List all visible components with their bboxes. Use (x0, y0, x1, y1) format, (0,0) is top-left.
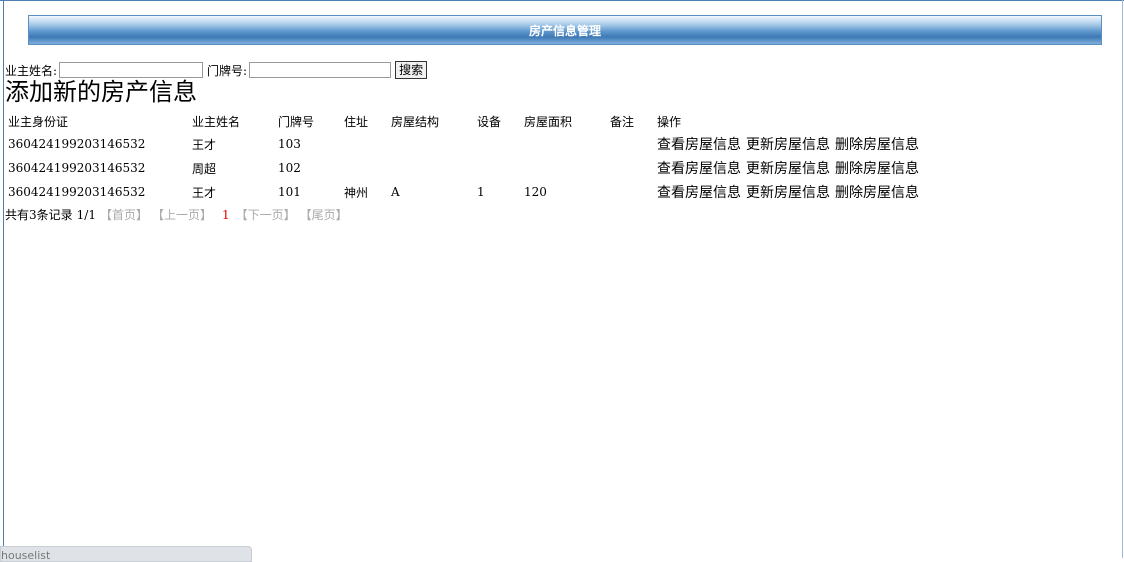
cell-door-number: 101 (278, 185, 301, 199)
cell-equipment: 1 (477, 185, 485, 199)
prev-page-link: 【上一页】 (151, 208, 212, 222)
cell-area: 120 (524, 185, 547, 199)
table-row: 360424199203146532 王才 103 查看房屋信息 更新房屋信息 删除… (5, 132, 924, 156)
header-equipment: 设备 (477, 114, 502, 129)
next-page-link: 【下一页】 (235, 208, 296, 222)
cell-address (341, 156, 388, 180)
door-number-label: 门牌号: (207, 63, 248, 78)
update-house-link[interactable]: 更新房屋信息 (746, 185, 830, 201)
cell-owner-name: 王才 (192, 185, 217, 200)
frame-left-border (3, 0, 4, 558)
add-house-link[interactable]: 添加新的房产信息 (5, 77, 197, 107)
browser-status-tab: houselist (0, 546, 252, 562)
header-area: 房屋面积 (524, 114, 573, 129)
update-house-link[interactable]: 更新房屋信息 (746, 137, 830, 153)
header-owner-name: 业主姓名 (192, 114, 241, 129)
header-actions: 操作 (657, 114, 682, 129)
house-table: 业主身份证 业主姓名 门牌号 住址 房屋结构 设备 房屋面积 备注 操作 360… (5, 110, 924, 204)
current-page-number: 1 (221, 207, 230, 222)
cell-door-number: 102 (278, 161, 301, 175)
cell-structure (388, 156, 474, 180)
search-button[interactable]: 搜索 (395, 61, 428, 79)
delete-house-link[interactable]: 删除房屋信息 (835, 185, 919, 201)
cell-actions: 查看房屋信息 更新房屋信息 删除房屋信息 (654, 180, 924, 204)
delete-house-link[interactable]: 删除房屋信息 (835, 161, 919, 177)
view-house-link[interactable]: 查看房屋信息 (657, 161, 741, 177)
cell-id-card: 360424199203146532 (8, 185, 146, 199)
delete-house-link[interactable]: 删除房屋信息 (835, 137, 919, 153)
page-indicator: 1/1 (76, 207, 96, 222)
table-row: 360424199203146532 周超 102 查看房屋信息 更新房屋信息 删除… (5, 156, 924, 180)
status-tab-label: houselist (1, 549, 51, 562)
cell-structure: A (391, 185, 400, 199)
view-house-link[interactable]: 查看房屋信息 (657, 185, 741, 201)
cell-equipment (474, 132, 521, 156)
cell-id-card: 360424199203146532 (8, 137, 146, 151)
header-structure: 房屋结构 (391, 114, 440, 129)
cell-actions: 查看房屋信息 更新房屋信息 删除房屋信息 (654, 156, 924, 180)
cell-id-card: 360424199203146532 (8, 161, 146, 175)
cell-note (607, 132, 654, 156)
header-note: 备注 (610, 114, 635, 129)
view-house-link[interactable]: 查看房屋信息 (657, 137, 741, 153)
page-title: 房产信息管理 (528, 23, 601, 38)
pagination: 共有3条记录 1/1 【首页】 【上一页】 1 【下一页】 【尾页】 (5, 206, 352, 223)
table-header-row: 业主身份证 业主姓名 门牌号 住址 房屋结构 设备 房屋面积 备注 操作 (5, 110, 924, 132)
frame-right-border (1122, 0, 1123, 558)
cell-note (607, 180, 654, 204)
frame-top-border (0, 0, 1124, 1)
cell-door-number: 103 (278, 137, 301, 151)
cell-area (521, 156, 607, 180)
cell-address (341, 132, 388, 156)
total-records: 共有3条记录 (5, 208, 73, 222)
cell-owner-name: 周超 (192, 161, 217, 176)
cell-owner-name: 王才 (192, 137, 217, 152)
cell-equipment (474, 156, 521, 180)
last-page-link: 【尾页】 (299, 208, 348, 222)
cell-structure (388, 132, 474, 156)
first-page-link: 【首页】 (99, 208, 148, 222)
owner-name-input[interactable] (59, 62, 204, 78)
update-house-link[interactable]: 更新房屋信息 (746, 161, 830, 177)
header-door-number: 门牌号 (278, 114, 315, 129)
cell-note (607, 156, 654, 180)
cell-area (521, 132, 607, 156)
header-address: 住址 (344, 114, 369, 129)
page-title-bar: 房产信息管理 (28, 15, 1102, 45)
cell-address: 神州 (344, 185, 369, 200)
owner-name-label: 业主姓名: (5, 63, 58, 78)
table-row: 360424199203146532 王才 101 神州 A 1 120 查看房… (5, 180, 924, 204)
cell-actions: 查看房屋信息 更新房屋信息 删除房屋信息 (654, 132, 924, 156)
door-number-input[interactable] (249, 62, 392, 78)
header-id-card: 业主身份证 (8, 114, 69, 129)
